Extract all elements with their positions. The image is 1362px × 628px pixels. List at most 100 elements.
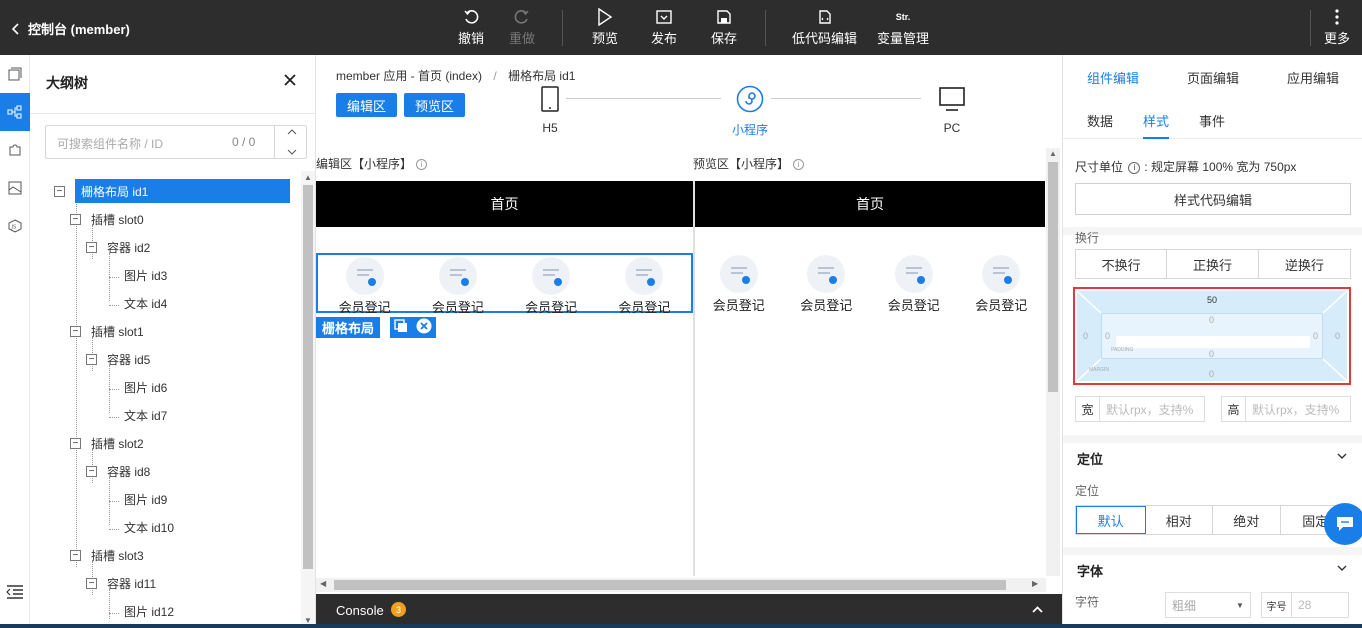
save-button[interactable]: 保存 <box>711 6 737 47</box>
grid-layout-selected[interactable]: 会员登记 会员登记 会员登记 会员登记 <box>316 253 693 316</box>
margin-right-value[interactable]: 0 <box>1335 331 1340 341</box>
info-icon[interactable]: i <box>793 159 805 171</box>
box-model-editor[interactable]: 50 0 0 0 0 0 0 0 PADDING MARGIN <box>1073 287 1351 385</box>
prev-result-button[interactable] <box>287 125 297 139</box>
font-weight-select[interactable]: 粗细 ▼ <box>1165 592 1251 618</box>
tree-node-slot[interactable]: − 插槽 slot0 <box>70 207 144 231</box>
padding-right-value[interactable]: 0 <box>1313 331 1318 341</box>
pages-tool[interactable] <box>0 55 30 93</box>
pages-icon <box>8 67 22 81</box>
collapse-toggle-icon[interactable]: − <box>86 353 97 365</box>
tree-node-image[interactable]: 图片 id3 <box>124 263 167 287</box>
close-outline-button[interactable] <box>284 69 296 92</box>
outline-search-input[interactable]: 可搜索组件名称 / ID 0 / 0 <box>45 125 307 159</box>
components-tool[interactable] <box>0 131 30 169</box>
scroll-thumb[interactable] <box>303 185 313 569</box>
outline-tree-tool[interactable] <box>0 93 30 131</box>
margin-left-value[interactable]: 0 <box>1083 331 1088 341</box>
tab-app-edit[interactable]: 应用编辑 <box>1263 55 1362 99</box>
assets-tool[interactable] <box>0 169 30 207</box>
tree-node-image[interactable]: 图片 id9 <box>124 487 167 511</box>
tree-node-container[interactable]: − 容器 id2 <box>86 235 150 259</box>
subtab-style[interactable]: 样式 <box>1143 111 1170 139</box>
tree-node-container[interactable]: − 容器 id8 <box>86 459 150 483</box>
font-size-field[interactable]: 字号 28 <box>1261 592 1349 618</box>
edit-zone-button[interactable]: 编辑区 <box>336 93 398 117</box>
tree-node-slot[interactable]: − 插槽 slot1 <box>70 319 144 343</box>
breadcrumb-component[interactable]: 栅格布局 id1 <box>508 69 575 83</box>
copy-component-button[interactable] <box>394 319 408 336</box>
margin-top-value[interactable]: 50 <box>1207 295 1217 305</box>
grid-cell[interactable]: 会员登记 <box>419 257 497 316</box>
position-absolute-option[interactable]: 绝对 <box>1213 506 1281 534</box>
collapse-toggle-icon[interactable]: − <box>70 213 81 225</box>
console-bar[interactable]: Console 3 <box>316 594 1062 628</box>
wrap-normal-option[interactable]: 正换行 <box>1167 250 1259 278</box>
collapse-toggle-icon[interactable]: − <box>86 241 97 253</box>
device-pc[interactable]: PC <box>938 85 966 135</box>
position-default-option[interactable]: 默认 <box>1076 506 1146 534</box>
redo-icon <box>514 10 529 24</box>
padding-top-value[interactable]: 0 <box>1209 315 1214 325</box>
wrap-none-option[interactable]: 不换行 <box>1076 250 1168 278</box>
style-code-edit-button[interactable]: 样式代码编辑 <box>1075 183 1351 215</box>
tree-node-container[interactable]: − 容器 id5 <box>86 347 150 371</box>
tree-node-slot[interactable]: − 插槽 slot2 <box>70 431 144 455</box>
low-code-edit-button[interactable]: 低代码编辑 <box>792 6 857 47</box>
preview-button[interactable]: 预览 <box>592 6 618 47</box>
info-icon[interactable]: i <box>1128 161 1141 174</box>
delete-component-button[interactable] <box>416 318 432 337</box>
scroll-thumb[interactable] <box>334 580 1006 590</box>
padding-bottom-value[interactable]: 0 <box>1209 349 1214 359</box>
device-miniprogram[interactable]: 小程序 <box>732 85 768 138</box>
next-result-button[interactable] <box>287 145 297 159</box>
tree-node-container[interactable]: − 容器 id11 <box>86 571 156 595</box>
tree-node-grid-layout[interactable]: − 栅格布局 id1 <box>54 179 290 203</box>
collapse-toggle-icon[interactable]: − <box>70 549 81 561</box>
more-button[interactable]: 更多 <box>1324 6 1350 47</box>
expand-console-button[interactable] <box>1032 601 1043 616</box>
collapse-toggle-icon[interactable]: − <box>86 465 97 477</box>
info-icon[interactable]: i <box>416 159 428 171</box>
tree-node-text[interactable]: 文本 id4 <box>124 291 167 315</box>
collapse-toggle-icon[interactable]: − <box>70 325 81 337</box>
padding-left-value[interactable]: 0 <box>1105 331 1110 341</box>
outline-scrollbar[interactable]: ▲ ▼ <box>301 171 315 628</box>
tab-component-edit[interactable]: 组件编辑 <box>1063 55 1163 99</box>
tree-node-image[interactable]: 图片 id12 <box>124 599 174 623</box>
height-field[interactable]: 高默认rpx，支持% <box>1221 396 1351 422</box>
canvas-vertical-scrollbar[interactable]: ▲ <box>1046 148 1060 576</box>
tree-node-image[interactable]: 图片 id6 <box>124 375 167 399</box>
tree-node-text[interactable]: 文本 id7 <box>124 403 167 427</box>
collapse-toggle-icon[interactable]: − <box>54 185 65 197</box>
publish-button[interactable]: 发布 <box>651 6 677 47</box>
collapse-panel-button[interactable] <box>6 585 24 602</box>
chat-support-button[interactable] <box>1324 503 1362 545</box>
collapse-toggle-icon[interactable]: − <box>70 437 81 449</box>
width-field[interactable]: 宽默认rpx，支持% <box>1075 396 1205 422</box>
subtab-events[interactable]: 事件 <box>1199 111 1225 130</box>
redo-button[interactable]: 重做 <box>509 6 535 47</box>
undo-button[interactable]: 撤销 <box>458 6 484 47</box>
font-section-header[interactable]: 字体 <box>1063 547 1362 583</box>
margin-bottom-value[interactable]: 0 <box>1209 369 1214 379</box>
breadcrumb-page[interactable]: member 应用 - 首页 (index) <box>336 69 482 83</box>
grid-cell[interactable]: 会员登记 <box>605 257 683 316</box>
wrap-reverse-option[interactable]: 逆换行 <box>1259 250 1350 278</box>
tab-page-edit[interactable]: 页面编辑 <box>1163 55 1263 99</box>
collapse-toggle-icon[interactable]: − <box>86 577 97 589</box>
position-relative-option[interactable]: 相对 <box>1146 506 1213 534</box>
variable-manage-button[interactable]: Str. 变量管理 <box>877 6 929 47</box>
tree-node-slot[interactable]: − 插槽 slot3 <box>70 543 144 567</box>
preview-zone-button[interactable]: 预览区 <box>404 93 466 117</box>
js-tool[interactable]: JS <box>0 207 30 245</box>
back-to-console-button[interactable]: 控制台 (member) <box>12 19 130 38</box>
scroll-thumb[interactable] <box>1048 162 1058 392</box>
canvas-horizontal-scrollbar[interactable]: ◀ ▶ <box>316 578 1046 592</box>
subtab-data[interactable]: 数据 <box>1087 111 1113 130</box>
grid-cell[interactable]: 会员登记 <box>326 257 404 316</box>
grid-cell[interactable]: 会员登记 <box>512 257 590 316</box>
position-section-header[interactable]: 定位 <box>1063 435 1362 471</box>
tree-node-text[interactable]: 文本 id10 <box>124 515 174 539</box>
device-h5[interactable]: H5 <box>540 85 560 135</box>
